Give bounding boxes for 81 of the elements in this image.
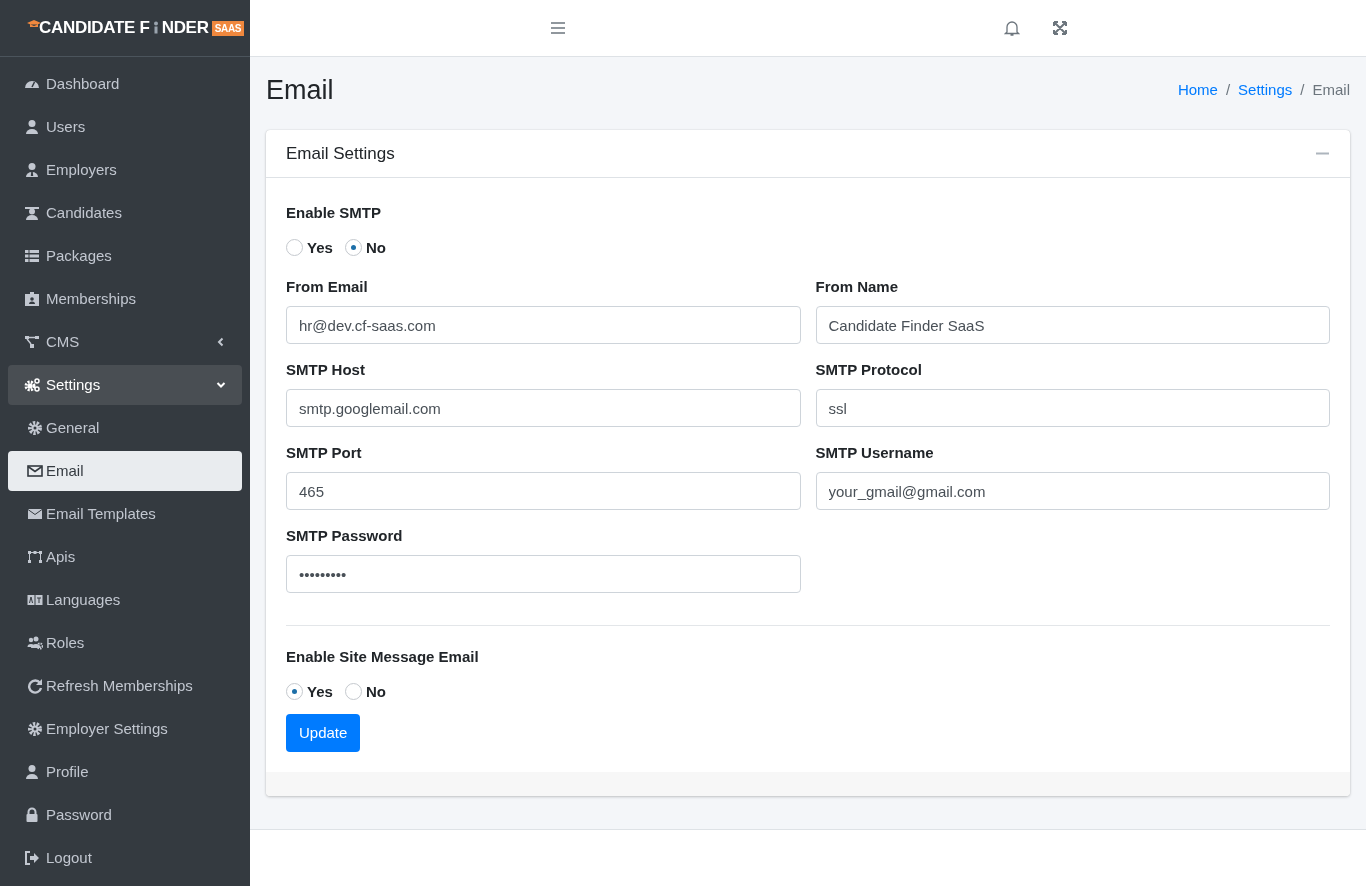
- logout-icon: [24, 850, 40, 866]
- envelope-icon: [27, 463, 43, 479]
- sidebar-item[interactable]: Settings: [8, 365, 242, 405]
- sidebar-item[interactable]: Email: [8, 451, 242, 491]
- sitemap-icon: [24, 334, 40, 350]
- sidebar-item[interactable]: Refresh Memberships: [8, 666, 242, 706]
- graduation-cap-icon: [27, 20, 41, 28]
- sidebar-item[interactable]: Packages: [8, 236, 242, 276]
- user-icon: [24, 764, 40, 780]
- expand-arrows-icon: [1052, 20, 1068, 36]
- field-label: From Name: [815, 277, 900, 297]
- logo-badge: SAAS: [211, 20, 245, 36]
- field-label: Enable Site Message Email: [286, 647, 480, 667]
- id-badge-icon: [24, 291, 40, 307]
- gear-icon: [27, 420, 43, 436]
- envelope-icon: [27, 506, 43, 522]
- sidebar-item[interactable]: Apis: [8, 537, 242, 577]
- notification-button[interactable]: [1002, 18, 1022, 38]
- chevron-left-icon: [216, 337, 226, 347]
- chevron-down-icon: [216, 380, 226, 390]
- minus-icon: [1315, 152, 1329, 155]
- field-label: Enable SMTP: [286, 203, 383, 223]
- text-field[interactable]: ssl: [815, 389, 1330, 427]
- page-title: Email: [266, 73, 334, 107]
- text-field[interactable]: smtp.googlemail.com: [286, 389, 801, 427]
- fullscreen-button[interactable]: [1050, 18, 1070, 38]
- breadcrumb-separator: /: [1225, 79, 1231, 100]
- card-title: Email Settings: [286, 142, 395, 165]
- text-field[interactable]: hr@dev.cf-saas.com: [286, 306, 801, 344]
- user-icon: [24, 119, 40, 135]
- breadcrumb-current: Email: [1312, 79, 1350, 100]
- users-gear-icon: [27, 635, 43, 651]
- breadcrumb-link[interactable]: Settings: [1238, 78, 1293, 102]
- radio-button[interactable]: [344, 683, 362, 701]
- radio-option[interactable]: Yes: [286, 680, 333, 703]
- sidebar-item[interactable]: Employer Settings: [8, 709, 242, 749]
- refresh-icon: [27, 678, 43, 694]
- radio-option[interactable]: No: [344, 680, 386, 703]
- sidebar-item[interactable]: Password: [8, 795, 242, 835]
- sidebar-item[interactable]: Logout: [8, 838, 242, 878]
- field-label: SMTP Protocol: [815, 360, 923, 380]
- menu-icon: [550, 21, 566, 35]
- radio-option[interactable]: Yes: [286, 236, 333, 259]
- lock-icon: [24, 807, 40, 823]
- update-button[interactable]: Update: [286, 714, 361, 753]
- text-field[interactable]: •••••••••: [286, 555, 801, 593]
- sidebar-item[interactable]: Email Templates: [8, 494, 242, 534]
- field-label: SMTP Username: [815, 443, 935, 463]
- bell-icon: [1004, 19, 1020, 37]
- sidebar-item[interactable]: Dashboard: [8, 64, 242, 104]
- graduate-icon: [24, 205, 40, 221]
- sidebar-item[interactable]: Employers: [8, 150, 242, 190]
- sidebar-item[interactable]: Memberships: [8, 279, 242, 319]
- sidebar-item[interactable]: Profile: [8, 752, 242, 792]
- text-field[interactable]: 465: [286, 472, 801, 510]
- radio-button[interactable]: [286, 239, 303, 257]
- sidebar-item[interactable]: General: [8, 408, 242, 448]
- cogs-icon: [24, 377, 40, 393]
- radio-button[interactable]: [344, 239, 362, 257]
- sidebar-item[interactable]: Languages: [8, 580, 242, 620]
- sidebar-item[interactable]: Roles: [8, 623, 242, 663]
- logo-text: CANDIDATE F: [39, 17, 150, 40]
- breadcrumb-link[interactable]: Home: [1177, 78, 1218, 102]
- logo-text: NDER: [161, 17, 209, 40]
- user-tie-icon: [24, 162, 40, 178]
- sidebar-item[interactable]: Candidates: [8, 193, 242, 233]
- sidebar-item[interactable]: CMS: [8, 322, 242, 362]
- breadcrumb-separator: /: [1300, 79, 1305, 100]
- radio-option[interactable]: No: [344, 236, 386, 259]
- field-label: SMTP Host: [286, 360, 366, 380]
- field-label: SMTP Password: [286, 526, 404, 546]
- network-icon: [27, 549, 43, 565]
- field-label: From Email: [286, 277, 369, 297]
- radio-button[interactable]: [286, 683, 303, 701]
- table-icon: [24, 248, 40, 264]
- gear-icon: [27, 721, 43, 737]
- text-field[interactable]: Candidate Finder SaaS: [815, 306, 1330, 344]
- text-field[interactable]: your_gmail@gmail.com: [815, 472, 1330, 510]
- field-label: SMTP Port: [286, 443, 363, 463]
- language-icon: [27, 592, 43, 608]
- sidebar-item[interactable]: Users: [8, 107, 242, 147]
